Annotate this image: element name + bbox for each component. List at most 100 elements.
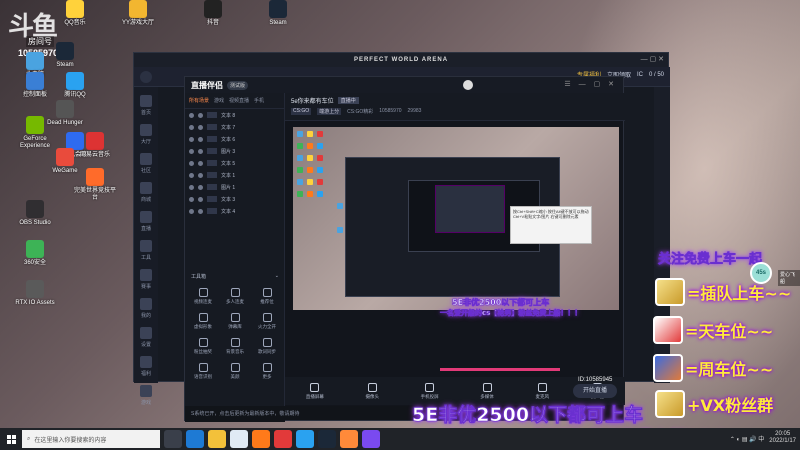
lock-icon[interactable] [198, 160, 203, 166]
capture-tool[interactable]: 摄像头 [365, 382, 379, 400]
source-row[interactable]: 图片 3 [185, 145, 284, 157]
start-button[interactable] [0, 428, 22, 450]
desktop-icon[interactable]: QQ音乐 [52, 0, 98, 27]
lock-icon[interactable] [198, 184, 203, 190]
window-controls[interactable]: — ▢ ✕ [641, 55, 664, 63]
lock-icon[interactable] [198, 196, 203, 202]
netease-icon[interactable] [274, 430, 292, 448]
qq-icon[interactable] [296, 430, 314, 448]
tool-item[interactable]: 推荐位 [251, 288, 283, 305]
source-row[interactable]: 文本 5 [185, 157, 284, 169]
lock-icon[interactable] [198, 208, 203, 214]
desktop-icon[interactable]: 腾讯QQ [52, 72, 98, 99]
tool-item[interactable]: 弹幕库 [219, 313, 251, 330]
game-sidebar-icon[interactable] [140, 211, 152, 223]
tool-item[interactable]: 多人连麦 [219, 288, 251, 305]
source-row[interactable]: 文本 6 [185, 133, 284, 145]
tool-item[interactable]: 歌词同步 [251, 338, 283, 355]
app-window-controls[interactable]: ☰ — ▢ ✕ [564, 80, 617, 88]
game-sidebar-icon[interactable] [140, 153, 152, 165]
game-sidebar-icon[interactable] [140, 95, 152, 107]
taskbar-search[interactable]: ⌕ 在这里输入你要搜索的内容 [22, 430, 160, 448]
desktop-icon[interactable]: YY游戏大厅 [115, 0, 161, 27]
game-sidebar-icon[interactable] [140, 385, 152, 397]
tool-item[interactable]: 语音识别 [187, 363, 219, 380]
desktop-icon-label: 360安全 [23, 260, 46, 266]
lock-icon[interactable] [198, 172, 203, 178]
source-row[interactable]: 文本 1 [185, 169, 284, 181]
eye-icon[interactable] [189, 160, 194, 166]
lock-icon[interactable] [198, 136, 203, 142]
tray-icons[interactable]: ⌃ ◐ ▤ 🔊 中 [730, 434, 764, 443]
eye-icon[interactable] [189, 148, 194, 154]
source-thumb [207, 184, 217, 190]
room-title[interactable]: 5e你来都有车位 [291, 96, 334, 105]
scene-panel: 所有场景 游戏 视频直播 手机 文本 8 文本 7 文本 6 图片 3 文本 5 文本 1 图片 … [185, 93, 285, 422]
taskbar: ⌕ 在这里输入你要搜索的内容 ⌃ ◐ ▤ 🔊 中 20:05 2022/1/17 [0, 428, 800, 450]
source-row[interactable]: 文本 8 [185, 109, 284, 121]
gold-card-icon [655, 278, 685, 306]
tool-item[interactable]: 背景音乐 [219, 338, 251, 355]
capture-tool[interactable]: 多媒体 [480, 382, 494, 400]
lock-icon[interactable] [198, 112, 203, 118]
tool-item[interactable]: 视频连麦 [187, 288, 219, 305]
scene-tab[interactable]: 手机 [254, 97, 264, 104]
clock[interactable]: 20:05 2022/1/17 [769, 431, 796, 445]
capture-tool[interactable]: 手机投屏 [421, 382, 439, 400]
tool-item[interactable]: 虚拟形象 [187, 313, 219, 330]
game-sidebar-icon[interactable] [140, 124, 152, 136]
desktop-icon[interactable]: 360安全 [12, 240, 58, 267]
game-sidebar-icon[interactable] [140, 269, 152, 281]
eye-icon[interactable] [189, 208, 194, 214]
task-view-icon[interactable] [164, 430, 182, 448]
desktop-icon[interactable]: OBS Studio [12, 200, 58, 227]
game-title-bar[interactable]: PERFECT WORLD ARENA — ▢ ✕ [134, 53, 668, 67]
game-sidebar-icon[interactable] [140, 356, 152, 368]
game-sidebar-icon[interactable] [140, 240, 152, 252]
tool-item[interactable]: 美颜 [219, 363, 251, 380]
eye-icon[interactable] [189, 136, 194, 142]
room-meta-item: CS:GO精彩 [347, 109, 374, 115]
file-explorer-icon[interactable] [208, 430, 226, 448]
capture-tool[interactable]: 直播屏幕 [306, 382, 324, 400]
lock-icon[interactable] [198, 148, 203, 154]
source-row[interactable]: 文本 7 [185, 121, 284, 133]
lock-icon[interactable] [198, 124, 203, 130]
desktop-icon[interactable]: 完美世界竞技平台 [72, 168, 118, 202]
desktop-icon[interactable]: RTX IO Assets [12, 280, 58, 307]
eye-icon[interactable] [189, 112, 194, 118]
scene-tab[interactable]: 视频直播 [229, 97, 249, 104]
desktop-icon[interactable]: Steam [255, 0, 301, 27]
toolbox-expand-icon[interactable]: ⌄ [275, 273, 279, 280]
desktop-icon[interactable]: 抖音 [190, 0, 236, 27]
eye-icon[interactable] [189, 124, 194, 130]
app-title-bar[interactable]: 直播伴侣 测试版 ☰ — ▢ ✕ [185, 77, 623, 93]
source-thumb [207, 196, 217, 202]
eye-icon[interactable] [189, 184, 194, 190]
douyu-icon[interactable] [340, 430, 358, 448]
game-home-icon[interactable] [140, 71, 152, 83]
game-sidebar-icon[interactable] [140, 327, 152, 339]
eye-icon[interactable] [189, 196, 194, 202]
steam-icon[interactable] [318, 430, 336, 448]
user-name[interactable]: IC [637, 72, 643, 78]
source-row[interactable]: 图片 1 [185, 181, 284, 193]
live-companion-icon[interactable] [362, 430, 380, 448]
scene-tab[interactable]: 游戏 [214, 97, 224, 104]
capture-tool[interactable]: 麦克风 [535, 382, 549, 400]
scene-tab[interactable]: 所有场景 [189, 97, 209, 104]
tool-item[interactable]: 火力全开 [251, 313, 283, 330]
source-row[interactable]: 文本 3 [185, 193, 284, 205]
game-sidebar-icon[interactable] [140, 182, 152, 194]
eye-icon[interactable] [189, 172, 194, 178]
pwa-icon[interactable] [252, 430, 270, 448]
avatar[interactable] [463, 80, 473, 90]
go-live-button[interactable]: 开始直播 [573, 384, 617, 398]
game-sidebar-icon[interactable] [140, 298, 152, 310]
tool-item[interactable]: 粉丝抽奖 [187, 338, 219, 355]
source-row[interactable]: 文本 4 [185, 205, 284, 217]
store-icon[interactable] [230, 430, 248, 448]
edge-icon[interactable] [186, 430, 204, 448]
desktop-icon[interactable]: Steam [42, 42, 88, 69]
tool-item[interactable]: 更多 [251, 363, 283, 380]
